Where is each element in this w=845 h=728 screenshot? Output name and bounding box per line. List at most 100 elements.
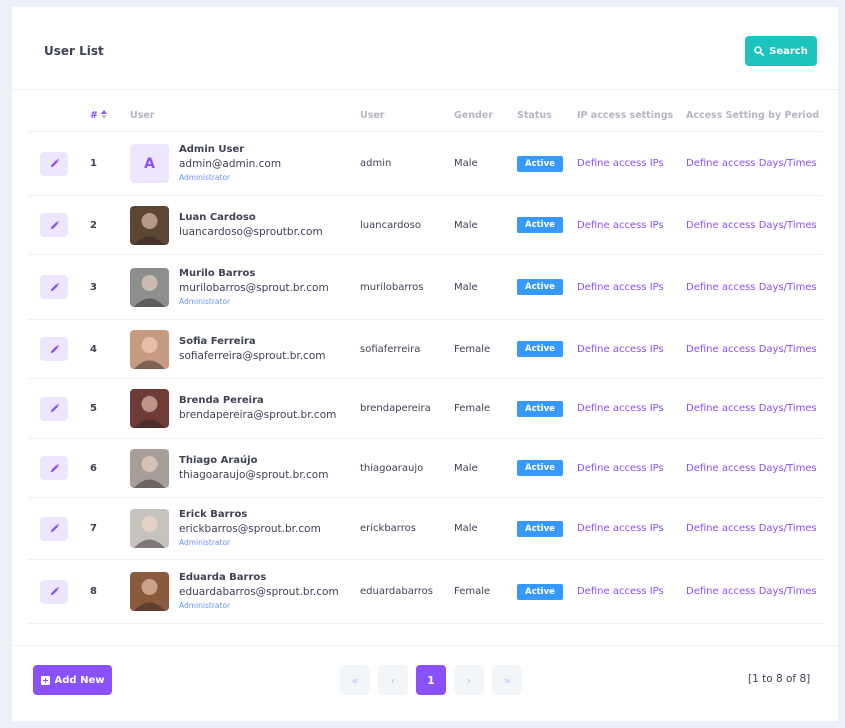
avatar-photo: [134, 212, 165, 245]
define-period-link[interactable]: Define access Days/Times: [686, 282, 817, 293]
user-role: Administrator: [179, 538, 231, 547]
page-last-button[interactable]: »: [492, 665, 522, 695]
edit-button[interactable]: [40, 456, 68, 480]
edit-button[interactable]: [40, 396, 68, 421]
user-cell: A Admin User admin@admin.com Administrat…: [130, 143, 360, 184]
user-login: admin: [360, 131, 454, 196]
user-email: luancardoso@sproutbr.com: [179, 225, 323, 238]
user-email: eduardabarros@sprout.br.com: [179, 586, 339, 598]
search-button[interactable]: Search: [745, 36, 817, 66]
status-badge: Active: [517, 341, 563, 357]
page-current-button[interactable]: 1: [416, 665, 446, 695]
user-role: Administrator: [179, 296, 231, 306]
edit-button[interactable]: [40, 213, 68, 237]
user-name: Murilo Barros: [179, 267, 256, 279]
user-name: Eduarda Barros: [179, 572, 267, 583]
row-index: 6: [90, 438, 130, 498]
user-gender: Male: [454, 131, 517, 196]
define-ip-link[interactable]: Define access IPs: [577, 463, 664, 474]
row-index: 5: [90, 378, 130, 439]
row-index: 3: [90, 254, 130, 320]
define-ip-link[interactable]: Define access IPs: [577, 403, 664, 414]
avatar-photo: [134, 336, 165, 369]
user-name: Admin User: [179, 144, 245, 155]
define-ip-link[interactable]: Define access IPs: [577, 282, 664, 293]
user-email: admin@admin.com: [179, 158, 282, 170]
define-period-link[interactable]: Define access Days/Times: [686, 523, 817, 534]
table-row: 5 Brenda Pereira brendapereira@sprout.br…: [28, 378, 822, 439]
avatar-photo: [134, 455, 165, 488]
user-email: thiagoaraujo@sprout.br.com: [179, 468, 329, 481]
user-gender: Male: [454, 195, 517, 255]
avatar-photo: [134, 579, 165, 611]
row-index: 2: [90, 195, 130, 255]
pencil-icon: [50, 158, 59, 168]
pencil-icon: [50, 403, 59, 413]
define-ip-link[interactable]: Define access IPs: [577, 586, 664, 597]
status-badge: Active: [517, 460, 563, 476]
edit-button[interactable]: [40, 516, 68, 541]
page-prev-button[interactable]: ‹: [378, 665, 408, 695]
pencil-icon: [50, 282, 59, 291]
user-login: eduardabarros: [360, 559, 454, 624]
header-ip-access: IP access settings: [577, 99, 686, 132]
status-badge: Active: [517, 279, 563, 295]
user-gender: Female: [454, 319, 517, 379]
define-ip-link[interactable]: Define access IPs: [577, 158, 664, 169]
row-index: 4: [90, 319, 130, 379]
define-period-link[interactable]: Define access Days/Times: [686, 403, 817, 414]
search-icon: [754, 46, 765, 56]
user-role: Administrator: [179, 601, 231, 610]
status-badge: Active: [517, 217, 563, 233]
page-title: User List: [44, 44, 104, 58]
users-table: # User User Gender Status IP access sett…: [28, 99, 822, 624]
define-ip-link[interactable]: Define access IPs: [577, 220, 664, 231]
edit-button[interactable]: [40, 337, 68, 361]
edit-button[interactable]: [40, 151, 68, 176]
table-row: 3 Murilo Barros murilobarros@sprout.br.c…: [28, 254, 822, 320]
user-email: murilobarros@sprout.br.com: [179, 281, 329, 294]
header-period-access: Access Setting by Period: [686, 99, 822, 132]
page-first-button[interactable]: «: [340, 665, 370, 695]
define-period-link[interactable]: Define access Days/Times: [686, 463, 817, 474]
pencil-icon: [50, 344, 59, 353]
define-period-link[interactable]: Define access Days/Times: [686, 586, 817, 597]
user-gender: Male: [454, 254, 517, 320]
add-new-label: Add New: [54, 674, 105, 686]
define-period-link[interactable]: Define access Days/Times: [686, 158, 817, 169]
header-login: User: [360, 99, 454, 132]
header-number[interactable]: #: [90, 99, 130, 132]
avatar: A: [130, 144, 169, 183]
define-period-link[interactable]: Define access Days/Times: [686, 344, 817, 355]
header-user: User: [130, 99, 360, 132]
user-cell: Thiago Araújo thiagoaraujo@sprout.br.com: [130, 448, 360, 488]
avatar: [130, 572, 169, 611]
define-ip-link[interactable]: Define access IPs: [577, 523, 664, 534]
user-cell: Eduarda Barros eduardabarros@sprout.br.c…: [130, 571, 360, 612]
user-login: brendapereira: [360, 378, 454, 439]
header-status: Status: [517, 99, 577, 132]
table-header-row: # User User Gender Status IP access sett…: [28, 99, 822, 132]
sort-icon: [101, 109, 108, 119]
user-login: sofiaferreira: [360, 319, 454, 379]
add-new-button[interactable]: Add New: [33, 665, 112, 695]
plus-square-icon: [40, 675, 50, 685]
user-gender: Female: [454, 559, 517, 624]
user-email: sofiaferreira@sprout.br.com: [179, 349, 326, 362]
table-row: 1 A Admin User admin@admin.com Administr…: [28, 131, 822, 196]
define-period-link[interactable]: Define access Days/Times: [686, 220, 817, 231]
user-gender: Male: [454, 497, 517, 560]
user-login: murilobarros: [360, 254, 454, 320]
define-ip-link[interactable]: Define access IPs: [577, 344, 664, 355]
avatar: [130, 205, 169, 245]
user-login: thiagoaraujo: [360, 438, 454, 498]
edit-button[interactable]: [40, 579, 68, 604]
page-next-button[interactable]: ›: [454, 665, 484, 695]
card-header: User List Search: [12, 7, 838, 90]
user-name: Thiago Araújo: [179, 454, 258, 466]
edit-button[interactable]: [40, 275, 68, 299]
pencil-icon: [50, 463, 59, 472]
table-row: 6 Thiago Araújo thiagoaraujo@sprout.br.c…: [28, 438, 822, 498]
avatar: [130, 329, 169, 369]
table-row: 7 Erick Barros erickbarros@sprout.br.com…: [28, 497, 822, 560]
